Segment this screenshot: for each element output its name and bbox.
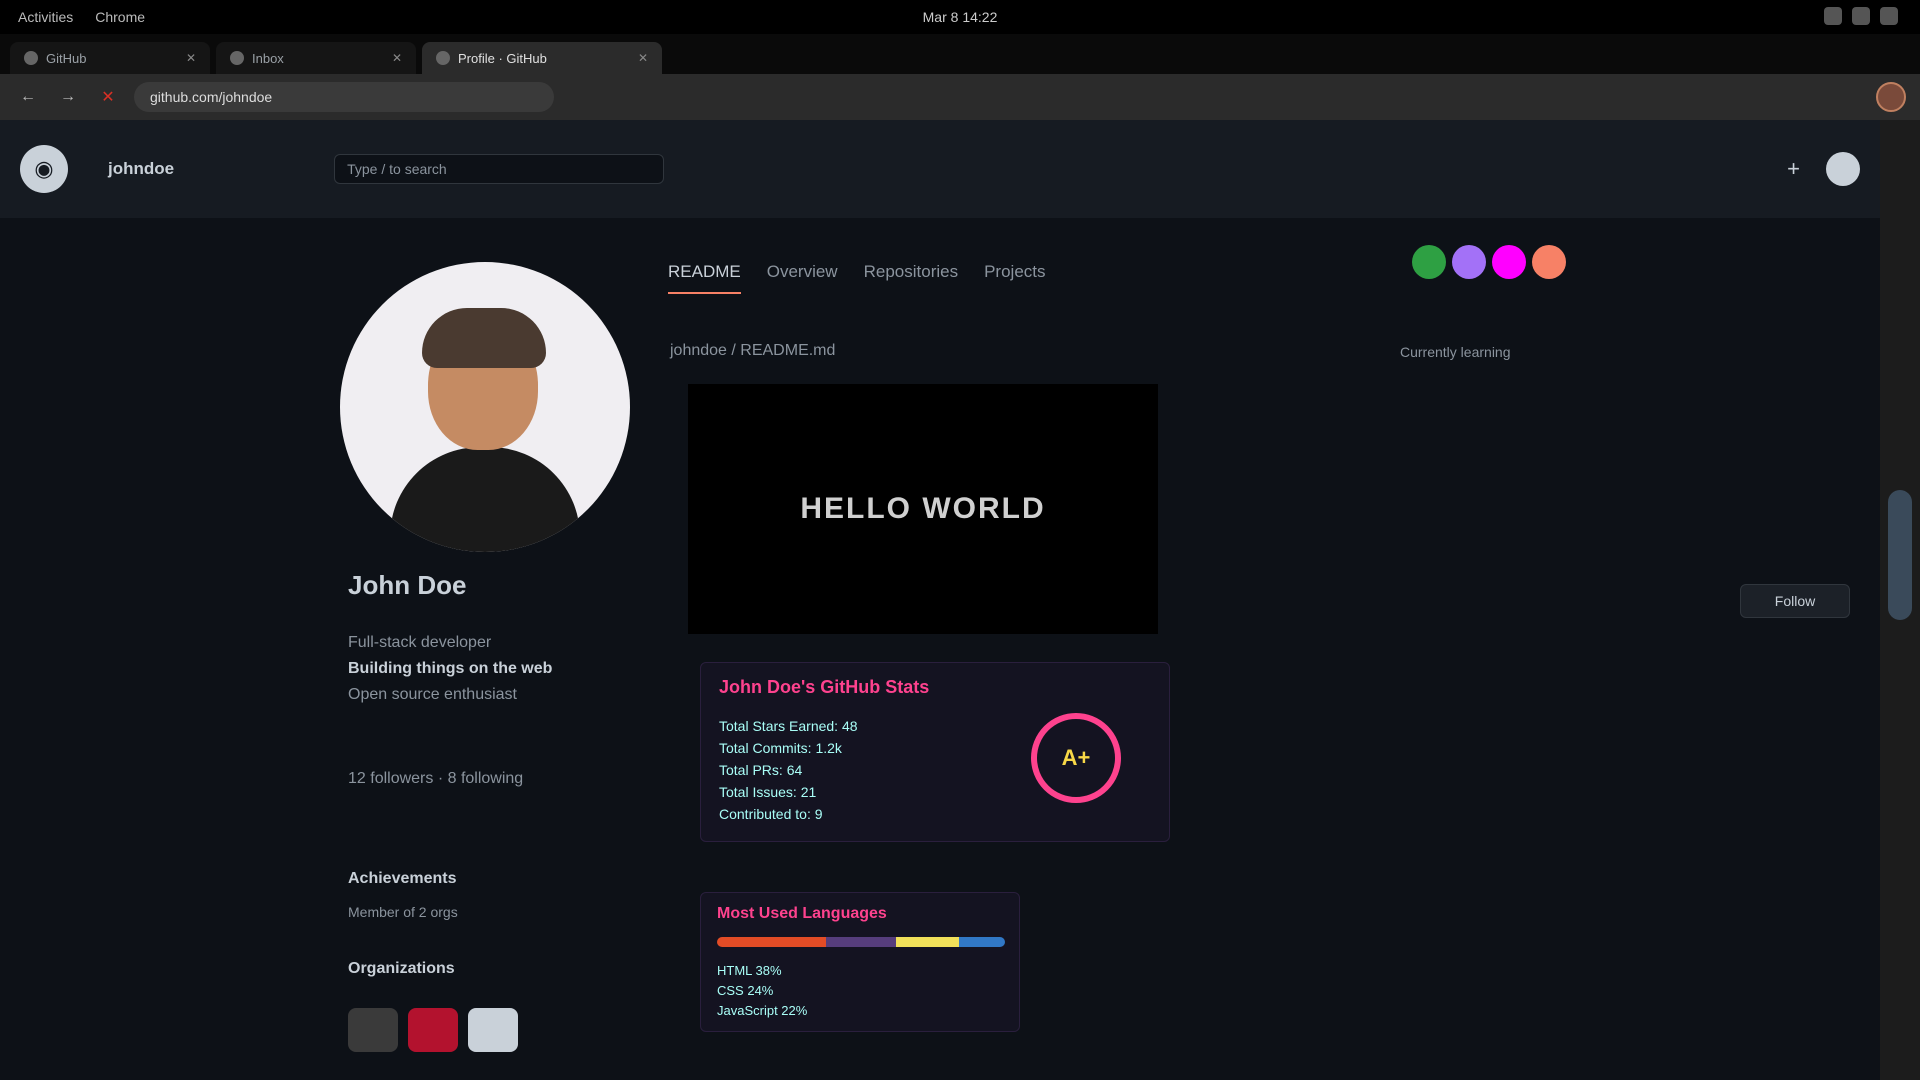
readme-path[interactable]: johndoe / README.md [670,342,835,360]
browser-toolbar: ← → ✕ github.com/johndoe [0,74,1920,120]
tab-favicon-icon [436,51,450,65]
clock[interactable]: Mar 8 14:22 [900,9,1020,25]
languages-bar [717,937,1005,947]
tab-overview[interactable]: Overview [767,262,838,294]
back-icon[interactable]: ← [14,83,42,111]
profile-avatar[interactable] [340,262,630,552]
readme-banner: HELLO WORLD [688,384,1158,634]
browser-tab[interactable]: GitHub ✕ [10,42,210,74]
tab-readme[interactable]: README [668,262,741,294]
network-icon[interactable] [1824,7,1842,25]
forward-icon[interactable]: → [54,83,82,111]
tab-favicon-icon [24,51,38,65]
learning-caption: Currently learning [1400,344,1511,360]
languages-list: HTML 38% CSS 24% JavaScript 22% [717,963,808,1018]
avatar[interactable] [1826,152,1860,186]
power-icon[interactable] [1880,7,1898,25]
github-stats-card: John Doe's GitHub Stats Total Stars Earn… [700,662,1170,842]
browser-tab[interactable]: Inbox ✕ [216,42,416,74]
profile-name: John Doe [348,570,467,600]
browser-profile-avatar[interactable] [1876,82,1906,112]
learning-animation [1412,226,1572,298]
browser-tab-active[interactable]: Profile · GitHub ✕ [422,42,662,74]
header-username[interactable]: johndoe [108,159,174,179]
address-bar[interactable]: github.com/johndoe [134,82,554,112]
banner-text: HELLO WORLD [800,492,1046,525]
badge-list [348,1008,518,1052]
gif-dot [1412,245,1446,279]
profile-tabs: README Overview Repositories Projects [668,262,1046,294]
close-icon[interactable]: ✕ [392,51,402,65]
achievement-badge[interactable] [468,1008,518,1052]
search-input[interactable]: Type / to search [334,154,665,184]
tab-favicon-icon [230,51,244,65]
browser-tab-strip: GitHub ✕ Inbox ✕ Profile · GitHub ✕ [0,34,1920,74]
achievement-badge[interactable] [408,1008,458,1052]
github-header: ◉ johndoe Type / to search + [0,120,1880,218]
org-text: Member of 2 orgs [348,904,458,920]
gif-dot [1452,245,1486,279]
gif-dot [1532,245,1566,279]
tab-title: GitHub [46,50,87,66]
orgs-heading: Organizations [348,960,455,977]
tab-projects[interactable]: Projects [984,262,1045,294]
languages-card: Most Used Languages HTML 38% CSS 24% Jav… [700,892,1020,1032]
achievements-heading: Achievements [348,870,457,887]
achievement-badge[interactable] [348,1008,398,1052]
follow-button[interactable]: Follow [1740,584,1850,618]
activities-menu[interactable]: Activities [18,9,73,25]
tab-title: Profile · GitHub [458,50,547,66]
stats-grade-ring: A+ [1031,713,1121,803]
os-top-bar: Activities Chrome Mar 8 14:22 [0,0,1920,34]
app-menu[interactable]: Chrome [95,9,145,25]
close-icon[interactable]: ✕ [186,51,196,65]
scrollbar-thumb[interactable] [1888,490,1912,620]
tab-title: Inbox [252,50,284,66]
volume-icon[interactable] [1852,7,1870,25]
gif-dot [1492,245,1526,279]
profile-bio: Full-stack developer Building things on … [348,634,553,703]
stop-icon[interactable]: ✕ [94,83,122,111]
stats-title: John Doe's GitHub Stats [719,677,930,697]
plus-icon[interactable]: + [1787,156,1800,182]
stats-rows: Total Stars Earned: 48 Total Commits: 1.… [719,718,858,822]
github-logo-icon[interactable]: ◉ [20,145,68,193]
close-icon[interactable]: ✕ [638,51,648,65]
followers-count[interactable]: 12 followers · 8 following [348,770,523,788]
tab-repositories[interactable]: Repositories [864,262,959,294]
languages-title: Most Used Languages [717,905,887,922]
